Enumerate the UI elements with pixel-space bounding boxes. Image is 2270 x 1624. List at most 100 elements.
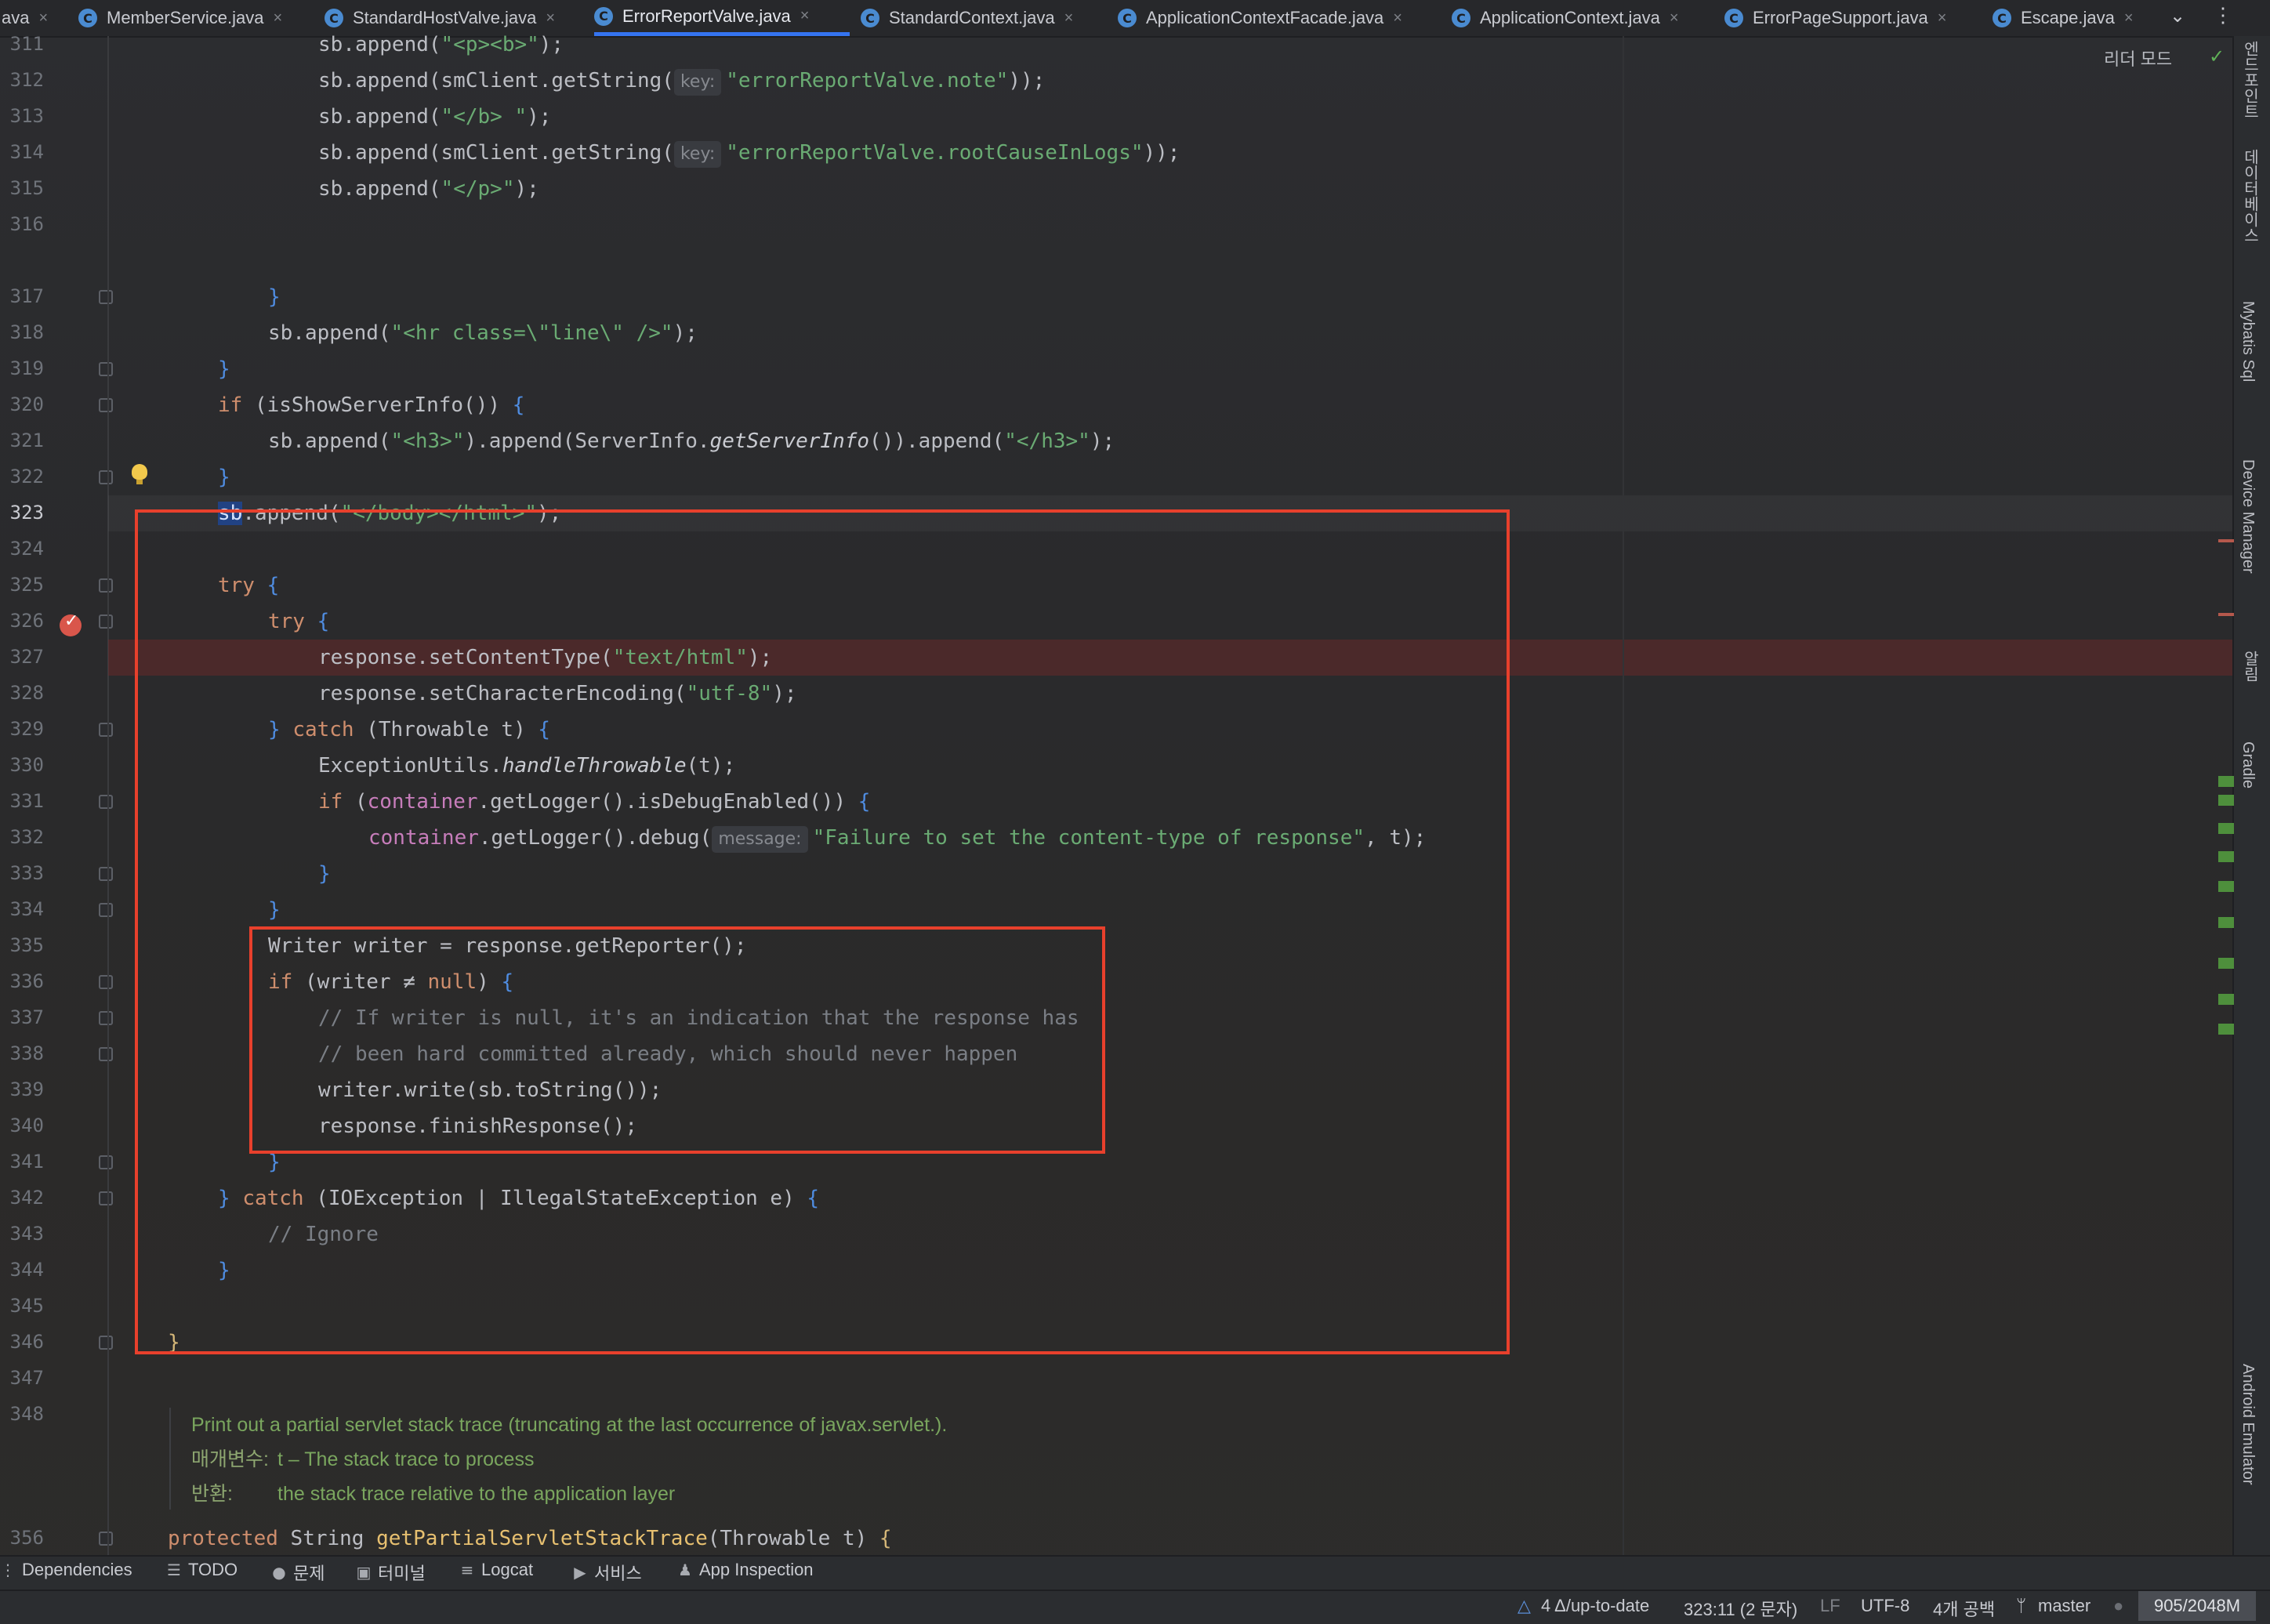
line-number[interactable]: 333 (0, 862, 44, 884)
line-number[interactable]: 338 (0, 1042, 44, 1064)
change-stripe-marker[interactable] (2218, 776, 2234, 787)
tool-todo[interactable]: ☰ TODO (166, 1560, 238, 1580)
dependencies-icon: ⋮ (0, 1561, 16, 1579)
line-number[interactable]: 314 (0, 141, 44, 163)
status-branch[interactable]: master (2038, 1596, 2091, 1616)
status-caret-position[interactable]: 323:11 (2 문자) (1684, 1596, 1797, 1621)
close-icon[interactable]: × (274, 9, 283, 27)
line-number[interactable]: 334 (0, 898, 44, 920)
right-tool-endpoints[interactable]: 엔드포인트 (2239, 41, 2261, 119)
line-number[interactable]: 327 (0, 646, 44, 668)
tool-services[interactable]: ▶ 서비스 (572, 1560, 642, 1585)
tool-problems[interactable]: ● 문제 (271, 1560, 325, 1585)
status-indent[interactable]: 4개 공백 (1933, 1596, 1995, 1621)
line-number[interactable]: 340 (0, 1115, 44, 1136)
line-number[interactable]: 311 (0, 33, 44, 55)
change-stripe-marker[interactable] (2218, 994, 2234, 1005)
line-number[interactable]: 343 (0, 1223, 44, 1245)
status-bar (0, 1590, 2270, 1624)
tab-partial[interactable]: ava × (2, 0, 48, 36)
class-icon: C (1452, 9, 1470, 27)
line-number[interactable]: 337 (0, 1006, 44, 1028)
line-number[interactable]: 342 (0, 1187, 44, 1209)
right-tool-android-emulator[interactable]: Android Emulator (2239, 1364, 2257, 1485)
line-number[interactable]: 324 (0, 538, 44, 560)
more-vertical-icon[interactable]: ⋮ (2213, 3, 2233, 27)
line-number[interactable]: 345 (0, 1295, 44, 1317)
right-tool-database[interactable]: 데이터베이스 (2239, 149, 2261, 243)
line-number[interactable]: 326 (0, 610, 44, 632)
line-number[interactable]: 330 (0, 754, 44, 776)
right-tool-device-manager[interactable]: Device Manager (2239, 459, 2257, 574)
tool-dependencies[interactable]: ⋮ Dependencies (0, 1560, 132, 1580)
line-number[interactable]: 320 (0, 393, 44, 415)
line-number[interactable]: 331 (0, 790, 44, 812)
code-line-313: sb.append("</b> "); (318, 105, 552, 129)
close-icon[interactable]: × (1064, 9, 1074, 27)
close-icon[interactable]: × (2124, 9, 2134, 27)
status-line-separator[interactable]: LF (1820, 1596, 1840, 1616)
class-icon: C (861, 9, 879, 27)
line-number[interactable]: 323 (0, 502, 44, 524)
line-number[interactable]: 339 (0, 1078, 44, 1100)
right-tool-notifications[interactable]: 알림 (2239, 651, 2261, 682)
reader-mode-toggle[interactable]: 리더 모드 (2104, 45, 2172, 71)
line-number[interactable]: 329 (0, 718, 44, 740)
change-stripe-marker[interactable] (2218, 881, 2234, 892)
code-line-317: } (268, 285, 281, 309)
chevron-down-icon[interactable]: ⌄ (2170, 5, 2185, 27)
status-encoding[interactable]: UTF-8 (1861, 1596, 1909, 1616)
line-number[interactable]: 313 (0, 105, 44, 127)
tab-label: ApplicationContextFacade.java (1146, 8, 1384, 27)
line-number[interactable]: 315 (0, 177, 44, 199)
change-stripe-marker[interactable] (2218, 958, 2234, 969)
tool-terminal[interactable]: ▣ 터미널 (356, 1560, 426, 1585)
javadoc-return: 반환: the stack trace relative to the appli… (191, 1477, 1524, 1511)
close-icon[interactable]: × (800, 7, 810, 25)
line-number[interactable]: 344 (0, 1259, 44, 1281)
right-tool-mybatis[interactable]: Mybatis Sql (2239, 301, 2257, 382)
line-number[interactable]: 356 (0, 1527, 44, 1549)
close-icon[interactable]: × (38, 9, 48, 27)
line-number[interactable]: 348 (0, 1403, 44, 1425)
line-number[interactable]: 341 (0, 1151, 44, 1173)
close-icon[interactable]: × (1393, 9, 1402, 27)
memory-indicator[interactable]: 905/2048M (2138, 1591, 2256, 1621)
line-number[interactable]: 322 (0, 466, 44, 488)
tool-label: 서비스 (594, 1564, 642, 1583)
close-icon[interactable]: × (1670, 9, 1679, 27)
line-number-gutter[interactable]: 311 312 313 314 315 316 317 318 319 320 321 322 323 3… (0, 33, 113, 1555)
branch-icon: ᛘ (2016, 1596, 2027, 1615)
status-vcs[interactable]: 4 Δ/up-to-date (1541, 1596, 1649, 1616)
close-icon[interactable]: × (546, 9, 555, 27)
change-stripe-marker[interactable] (2218, 1024, 2234, 1035)
line-number[interactable]: 325 (0, 574, 44, 596)
services-icon: ▶ (574, 1563, 586, 1582)
line-number[interactable]: 328 (0, 682, 44, 704)
error-stripe-marker[interactable] (2218, 539, 2234, 542)
line-number[interactable]: 321 (0, 430, 44, 451)
code-line-321: sb.append("<h3>").append(ServerInfo.getS… (268, 430, 1115, 453)
change-stripe-marker[interactable] (2218, 851, 2234, 862)
line-number[interactable]: 336 (0, 970, 44, 992)
line-number[interactable]: 335 (0, 934, 44, 956)
close-icon[interactable]: × (1938, 9, 1947, 27)
class-icon: C (78, 9, 97, 27)
line-number[interactable]: 318 (0, 321, 44, 343)
line-number[interactable]: 332 (0, 826, 44, 848)
line-number[interactable]: 346 (0, 1331, 44, 1353)
line-number[interactable]: 316 (0, 213, 44, 235)
line-number[interactable]: 319 (0, 357, 44, 379)
lightbulb-icon[interactable] (132, 464, 147, 484)
error-stripe-marker[interactable] (2218, 613, 2234, 616)
inspection-ok-icon[interactable]: ✓ (2209, 45, 2225, 68)
tool-app-inspection[interactable]: ♟ App Inspection (677, 1560, 814, 1580)
line-number[interactable]: 347 (0, 1367, 44, 1389)
line-number[interactable]: 317 (0, 285, 44, 307)
change-stripe-marker[interactable] (2218, 823, 2234, 834)
change-stripe-marker[interactable] (2218, 917, 2234, 928)
line-number[interactable]: 312 (0, 69, 44, 91)
change-stripe-marker[interactable] (2218, 795, 2234, 806)
tool-logcat[interactable]: ≡ Logcat (459, 1560, 533, 1580)
right-tool-gradle[interactable]: Gradle (2239, 741, 2257, 788)
